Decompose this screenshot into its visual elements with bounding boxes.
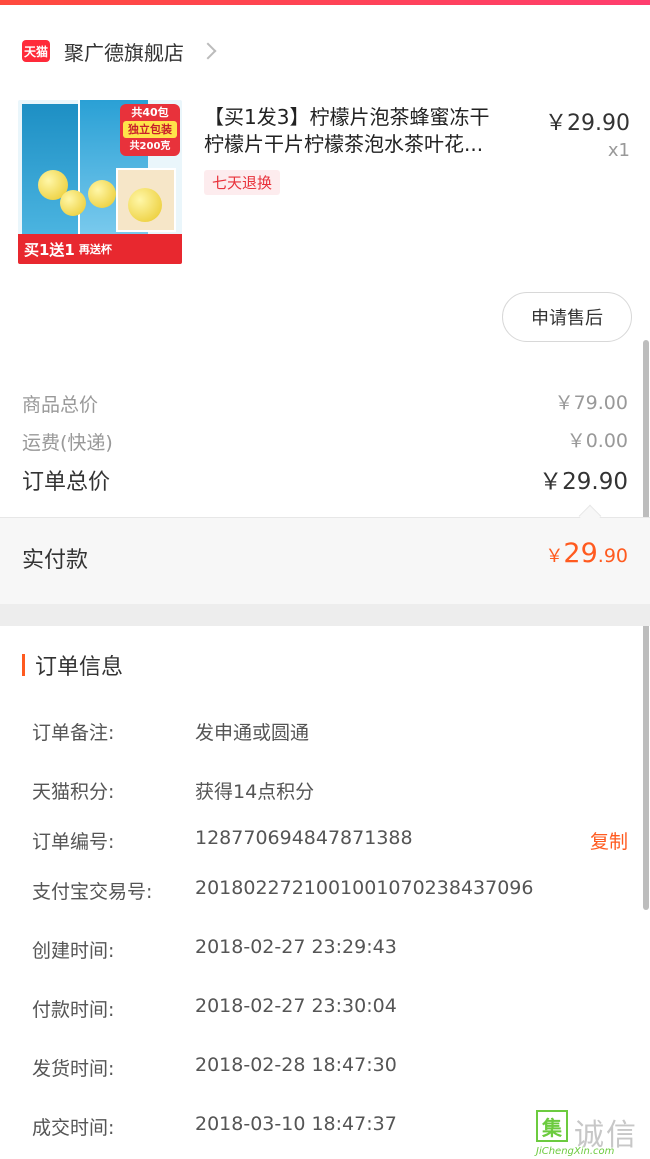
paid-integer: 29 bbox=[563, 538, 598, 569]
currency-symbol: ￥ bbox=[545, 546, 564, 567]
info-key: 订单备注: bbox=[32, 722, 115, 744]
info-value: 获得14点积分 bbox=[195, 781, 315, 803]
paid-amount-section: 实付款 ￥29.90 bbox=[0, 518, 650, 604]
info-value: 2018-03-10 18:47:37 bbox=[195, 1113, 397, 1135]
info-key: 成交时间: bbox=[32, 1117, 115, 1139]
watermark-url: JiChengXin.com bbox=[536, 1146, 615, 1157]
shipping-value: ￥0.00 bbox=[566, 430, 628, 452]
product-title-line: 【买1发3】柠檬片泡茶蜂蜜冻干 bbox=[204, 105, 490, 129]
info-key: 支付宝交易号: bbox=[32, 881, 153, 903]
info-key: 订单编号: bbox=[32, 831, 115, 853]
info-row-shipped: 发货时间: 2018-02-28 18:47:30 bbox=[0, 1054, 650, 1084]
promo-tag-line: 独立包装 bbox=[123, 121, 177, 138]
shop-header[interactable]: 天猫 聚广德旗舰店 bbox=[0, 26, 650, 76]
order-total-label: 订单总价 bbox=[22, 470, 111, 495]
lemon-slice-graphic bbox=[128, 188, 162, 222]
copy-button[interactable]: 复制 bbox=[590, 827, 628, 854]
info-row-paid: 付款时间: 2018-02-27 23:30:04 bbox=[0, 995, 650, 1025]
shop-name[interactable]: 聚广德旗舰店 bbox=[64, 37, 184, 66]
product-quantity: x1 bbox=[607, 140, 630, 161]
top-accent-bar bbox=[0, 0, 650, 5]
info-value: 发申通或圆通 bbox=[195, 722, 310, 744]
lemon-graphic bbox=[88, 180, 116, 208]
info-value: 2018022721001001070238437096 bbox=[195, 877, 534, 899]
goods-total-row: 商品总价 ￥79.00 bbox=[0, 384, 650, 422]
watermark-logo-icon: 集 bbox=[536, 1110, 568, 1142]
promo-banner: 买1送1 再送杯 bbox=[18, 234, 182, 264]
chevron-right-icon[interactable] bbox=[199, 42, 217, 60]
shipping-label: 运费(快递) bbox=[22, 432, 113, 454]
after-sale-button[interactable]: 申请售后 bbox=[502, 292, 632, 342]
site-watermark: 集 诚信 JiChengXin.com bbox=[534, 1110, 648, 1158]
info-key: 创建时间: bbox=[32, 940, 115, 962]
return-policy-tag: 七天退换 bbox=[204, 170, 281, 195]
info-key: 天猫积分: bbox=[32, 781, 115, 803]
section-accent-bar bbox=[22, 654, 25, 676]
order-total-value: ￥29.90 bbox=[539, 469, 628, 495]
info-value: 2018-02-27 23:29:43 bbox=[195, 936, 397, 958]
goods-total-label: 商品总价 bbox=[22, 394, 99, 416]
promo-tag-line: 共40包 bbox=[131, 106, 169, 119]
promo-tag: 共40包 独立包装 共200克 bbox=[120, 104, 180, 156]
info-row-created: 创建时间: 2018-02-27 23:29:43 bbox=[0, 936, 650, 966]
product-price: ￥29.90 bbox=[545, 111, 630, 136]
paid-value: ￥29.90 bbox=[545, 538, 628, 569]
info-row-points: 天猫积分: 获得14点积分 bbox=[0, 777, 650, 807]
product-item[interactable]: 共40包 独立包装 共200克 买1送1 再送杯 【买1发3】柠檬片泡茶蜂蜜冻干… bbox=[0, 100, 650, 270]
info-value: 2018-02-28 18:47:30 bbox=[195, 1054, 397, 1076]
product-title[interactable]: 【买1发3】柠檬片泡茶蜂蜜冻干 柠檬片干片柠檬茶泡水茶叶花... bbox=[204, 104, 536, 158]
goods-total-value: ￥79.00 bbox=[554, 392, 628, 414]
promo-tag-line: 共200克 bbox=[129, 141, 171, 152]
section-gap bbox=[0, 604, 650, 626]
info-key: 发货时间: bbox=[32, 1058, 115, 1080]
paid-label: 实付款 bbox=[22, 548, 89, 573]
tmall-icon: 天猫 bbox=[22, 40, 50, 62]
price-summary: 商品总价 ￥79.00 运费(快递) ￥0.00 订单总价 ￥29.90 bbox=[0, 384, 650, 498]
promo-banner-sub: 再送杯 bbox=[78, 243, 112, 256]
lemon-graphic bbox=[60, 190, 86, 216]
info-key: 付款时间: bbox=[32, 999, 115, 1021]
paid-decimal: .90 bbox=[597, 545, 628, 567]
product-title-line: 柠檬片干片柠檬茶泡水茶叶花... bbox=[204, 132, 484, 156]
info-row-alipay-number: 支付宝交易号: 2018022721001001070238437096 bbox=[0, 877, 650, 907]
product-image[interactable]: 共40包 独立包装 共200克 买1送1 再送杯 bbox=[18, 100, 182, 264]
info-value: 128770694847871388 bbox=[195, 827, 413, 849]
info-row-order-number: 订单编号: 128770694847871388 复制 bbox=[0, 827, 650, 857]
order-info-header: 订单信息 bbox=[22, 652, 124, 680]
info-value: 2018-02-27 23:30:04 bbox=[195, 995, 397, 1017]
promo-banner-main: 买1送1 bbox=[24, 240, 75, 259]
order-info-title: 订单信息 bbox=[35, 655, 124, 680]
order-total-row: 订单总价 ￥29.90 bbox=[0, 460, 650, 498]
info-row-note: 订单备注: 发申通或圆通 bbox=[0, 718, 650, 748]
shipping-row: 运费(快递) ￥0.00 bbox=[0, 422, 650, 460]
